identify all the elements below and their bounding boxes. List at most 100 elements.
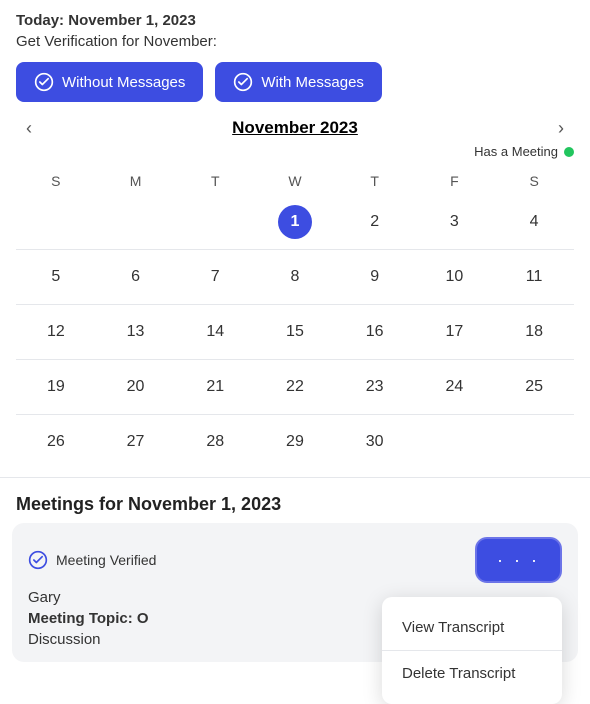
calendar-day[interactable]: 7	[175, 250, 255, 305]
with-messages-button[interactable]: With Messages	[215, 62, 382, 102]
day-header-sun: S	[16, 167, 96, 195]
calendar-day	[415, 415, 495, 470]
without-messages-button[interactable]: Without Messages	[16, 62, 203, 102]
day-header-mon: M	[96, 167, 176, 195]
day-number: 14	[198, 315, 232, 349]
verification-label: Get Verification for November:	[16, 33, 574, 50]
calendar-day[interactable]: 28	[175, 415, 255, 470]
green-dot-indicator	[564, 147, 574, 157]
calendar-day[interactable]: 29	[255, 415, 335, 470]
calendar-day[interactable]: 2	[335, 195, 415, 250]
meeting-topic-text: O	[137, 610, 149, 627]
day-number: 6	[119, 260, 153, 294]
meeting-topic-label: Meeting Topic:	[28, 610, 133, 627]
calendar-day[interactable]: 16	[335, 305, 415, 360]
prev-month-button[interactable]: ‹	[16, 114, 42, 143]
calendar-day[interactable]: 10	[415, 250, 495, 305]
calendar-day[interactable]: 24	[415, 360, 495, 415]
calendar-day[interactable]: 21	[175, 360, 255, 415]
has-meeting-row: Has a Meeting	[16, 144, 574, 159]
calendar-day[interactable]: 17	[415, 305, 495, 360]
day-number: 2	[358, 205, 392, 239]
meeting-card: Meeting Verified · · · View Transcript D…	[12, 523, 578, 662]
day-number: 5	[39, 260, 73, 294]
day-number: 22	[278, 370, 312, 404]
has-meeting-label: Has a Meeting	[474, 144, 558, 159]
meeting-verified-label: Meeting Verified	[56, 552, 156, 568]
day-header-fri: F	[415, 167, 495, 195]
calendar-table: S M T W T F S 12345678910111213141516171…	[16, 167, 574, 469]
day-number: 18	[517, 315, 551, 349]
calendar-day[interactable]: 3	[415, 195, 495, 250]
calendar-week-row: 26 27 28 29 30	[16, 415, 574, 470]
calendar-week-row: 5 6 789 10 11	[16, 250, 574, 305]
today-date: November 1, 2023	[68, 12, 196, 29]
day-number: 19	[39, 370, 73, 404]
day-number: 25	[517, 370, 551, 404]
top-section: Today: November 1, 2023 Get Verification…	[0, 0, 590, 102]
meeting-verified-row: Meeting Verified	[28, 550, 156, 570]
calendar-section: ‹ November 2023 › Has a Meeting S M T W …	[0, 118, 590, 469]
day-number: 28	[198, 425, 232, 459]
calendar-week-row: 1 2 34	[16, 195, 574, 250]
calendar-day[interactable]: 11	[494, 250, 574, 305]
verified-check-icon	[28, 550, 48, 570]
delete-transcript-item[interactable]: Delete Transcript	[382, 651, 562, 696]
with-messages-label: With Messages	[261, 74, 364, 91]
day-header-tue: T	[175, 167, 255, 195]
day-number: 30	[358, 425, 392, 459]
day-number: 13	[119, 315, 153, 349]
day-number: 29	[278, 425, 312, 459]
day-header-wed: W	[255, 167, 335, 195]
check-circle-icon-2	[233, 72, 253, 92]
day-number: 3	[437, 205, 471, 239]
day-number: 15	[278, 315, 312, 349]
dropdown-menu: View Transcript Delete Transcript	[382, 597, 562, 704]
calendar-day[interactable]: 13	[96, 305, 176, 360]
calendar-day[interactable]: 19	[16, 360, 96, 415]
check-circle-icon	[34, 72, 54, 92]
next-month-button[interactable]: ›	[548, 114, 574, 143]
calendar-day[interactable]: 22	[255, 360, 335, 415]
calendar-day[interactable]: 15	[255, 305, 335, 360]
calendar-week-row: 19 20 21 22 23 24 25	[16, 360, 574, 415]
today-label: Today: November 1, 2023	[16, 12, 574, 29]
calendar-day[interactable]: 18	[494, 305, 574, 360]
calendar-day[interactable]: 25	[494, 360, 574, 415]
three-dots-button[interactable]: · · ·	[475, 537, 562, 583]
calendar-day[interactable]: 27	[96, 415, 176, 470]
calendar-day[interactable]: 23	[335, 360, 415, 415]
calendar-day[interactable]: 30	[335, 415, 415, 470]
calendar-day[interactable]: 6	[96, 250, 176, 305]
day-number: 16	[358, 315, 392, 349]
day-number: 7	[198, 260, 232, 294]
day-number: 27	[119, 425, 153, 459]
day-header-sat: S	[494, 167, 574, 195]
day-number: 11	[517, 260, 551, 294]
calendar-day[interactable]: 20	[96, 360, 176, 415]
without-messages-label: Without Messages	[62, 74, 185, 91]
calendar-day[interactable]: 1	[255, 195, 335, 250]
calendar-day[interactable]: 26	[16, 415, 96, 470]
calendar-day	[16, 195, 96, 250]
calendar-day[interactable]: 9	[335, 250, 415, 305]
day-number: 1	[278, 205, 312, 239]
calendar-header-row: S M T W T F S	[16, 167, 574, 195]
calendar-day[interactable]: 5	[16, 250, 96, 305]
day-number: 23	[358, 370, 392, 404]
day-number: 20	[119, 370, 153, 404]
button-row: Without Messages With Messages	[16, 62, 574, 102]
calendar-day[interactable]: 12	[16, 305, 96, 360]
day-number: 26	[39, 425, 73, 459]
day-number: 10	[437, 260, 471, 294]
view-transcript-item[interactable]: View Transcript	[382, 605, 562, 650]
day-number: 12	[39, 315, 73, 349]
calendar-day[interactable]: 4	[494, 195, 574, 250]
day-header-thu: T	[335, 167, 415, 195]
calendar-day[interactable]: 8	[255, 250, 335, 305]
calendar-day	[494, 415, 574, 470]
day-number: 9	[358, 260, 392, 294]
calendar-day	[175, 195, 255, 250]
day-number: 17	[437, 315, 471, 349]
calendar-day[interactable]: 14	[175, 305, 255, 360]
